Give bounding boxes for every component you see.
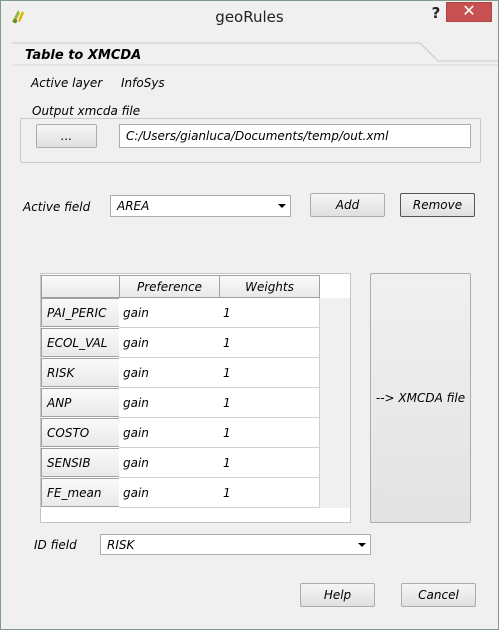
preference-cell[interactable]: gain — [119, 298, 220, 328]
weight-cell[interactable]: 1 — [219, 448, 320, 478]
weight-cell[interactable]: 1 — [219, 328, 320, 358]
weight-cell[interactable]: 1 — [219, 478, 320, 508]
close-button[interactable]: ✕ — [446, 1, 492, 22]
preference-cell[interactable]: gain — [119, 358, 220, 388]
georules-window: geoRules ? ✕ Table to XMCDA Active layer… — [0, 0, 499, 630]
weight-cell[interactable]: 1 — [219, 298, 320, 328]
table-empty-area — [320, 298, 350, 508]
remove-button[interactable]: Remove — [400, 193, 475, 217]
title-bar: geoRules ? ✕ — [1, 1, 498, 33]
context-help-button[interactable]: ? — [429, 4, 443, 22]
add-button[interactable]: Add — [310, 193, 385, 217]
chevron-down-icon — [358, 542, 366, 547]
weight-cell[interactable]: 1 — [219, 388, 320, 418]
id-field-label: ID field — [34, 538, 77, 552]
preference-cell[interactable]: gain — [119, 328, 220, 358]
weight-cell[interactable]: 1 — [219, 358, 320, 388]
header-preference[interactable]: Preference — [119, 275, 220, 298]
cancel-button[interactable]: Cancel — [401, 583, 476, 607]
row-header[interactable]: ECOL_VAL — [41, 328, 120, 357]
close-icon: ✕ — [462, 1, 476, 20]
help-button[interactable]: Help — [300, 583, 375, 607]
row-header[interactable]: PAI_PERIC — [41, 298, 120, 327]
weight-cell[interactable]: 1 — [219, 418, 320, 448]
row-header[interactable]: COSTO — [41, 418, 120, 447]
active-layer-value: InfoSys — [121, 76, 165, 90]
active-field-value: AREA — [117, 199, 150, 213]
id-field-value: RISK — [107, 537, 135, 552]
browse-button[interactable]: ... — [36, 124, 97, 148]
active-field-select[interactable]: AREA — [110, 195, 291, 217]
output-group-title: Output xmcda file — [29, 104, 144, 118]
header-weights[interactable]: Weights — [219, 275, 320, 298]
export-xmcda-button[interactable]: --> XMCDA file — [370, 273, 471, 523]
active-field-label: Active field — [23, 200, 91, 214]
row-header[interactable]: FE_mean — [41, 478, 120, 507]
window-title: geoRules — [215, 8, 284, 26]
row-header[interactable]: SENSIB — [41, 448, 120, 477]
chevron-down-icon — [278, 204, 286, 208]
active-layer-label: Active layer — [31, 76, 103, 90]
row-header[interactable]: RISK — [41, 358, 120, 387]
preference-cell[interactable]: gain — [119, 448, 220, 478]
tab-title[interactable]: Table to XMCDA — [25, 48, 141, 63]
preference-cell[interactable]: gain — [119, 478, 220, 508]
preference-cell[interactable]: gain — [119, 418, 220, 448]
output-path-field[interactable]: C:/Users/gianluca/Documents/temp/out.xml — [119, 124, 471, 148]
id-field-select[interactable]: RISK — [100, 534, 371, 555]
table-corner — [41, 275, 120, 298]
preference-cell[interactable]: gain — [119, 388, 220, 418]
row-header[interactable]: ANP — [41, 388, 120, 417]
